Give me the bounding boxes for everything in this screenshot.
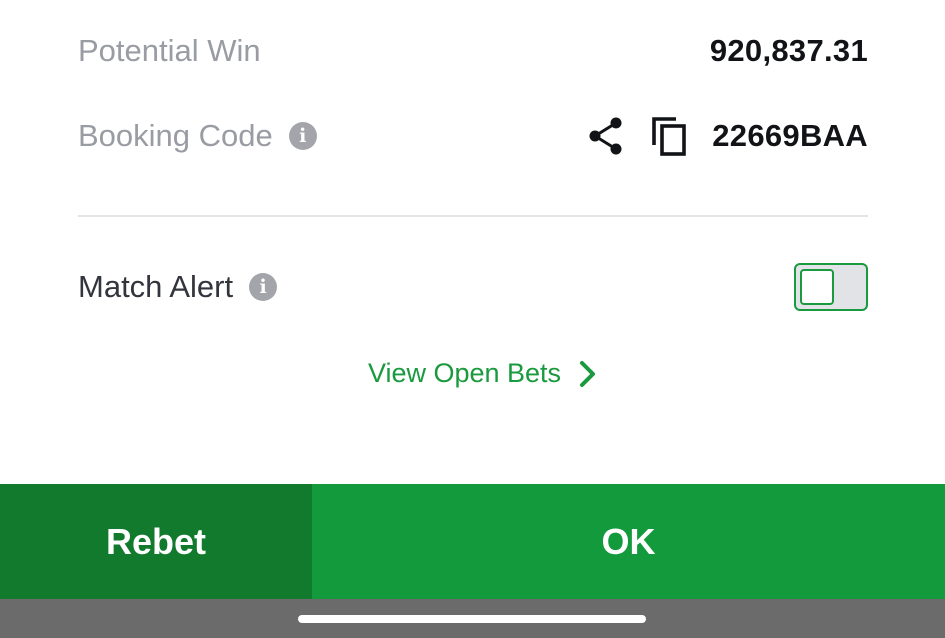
booking-code-label: Booking Code (78, 118, 273, 153)
section-divider (78, 215, 868, 217)
copy-icon[interactable] (650, 115, 688, 157)
rebet-button-label: Rebet (105, 520, 207, 562)
booking-code-actions: 22669BAA (588, 115, 868, 157)
view-open-bets-link-row: View Open Bets (0, 358, 945, 389)
potential-win-value: 920,837.31 (709, 33, 868, 68)
ok-button[interactable]: OK (312, 484, 945, 599)
action-button-bar: Rebet OK (0, 484, 945, 599)
match-alert-toggle[interactable] (794, 263, 868, 311)
potential-win-label: Potential Win (78, 33, 261, 68)
view-open-bets-link[interactable]: View Open Bets (368, 358, 597, 389)
match-alert-info-icon[interactable]: i (249, 273, 278, 301)
booking-code-info-icon[interactable]: i (288, 122, 317, 150)
home-indicator[interactable] (298, 615, 646, 623)
match-alert-row: Match Alert i (78, 262, 868, 312)
bet-confirmation-panel: Potential Win 920,837.31 Booking Code i … (0, 0, 945, 638)
booking-code-value[interactable]: 22669BAA (712, 118, 868, 154)
booking-code-row: Booking Code i 22669BAA (78, 112, 868, 160)
ok-button-label: OK (601, 520, 656, 562)
toggle-knob (800, 269, 834, 305)
potential-win-row: Potential Win 920,837.31 (78, 28, 868, 74)
chevron-right-icon (580, 360, 596, 387)
booking-code-label-group: Booking Code i (78, 118, 317, 154)
match-alert-label-group: Match Alert i (78, 269, 278, 305)
view-open-bets-label: View Open Bets (367, 358, 562, 388)
match-alert-label: Match Alert (78, 269, 234, 304)
home-indicator-area (0, 599, 945, 638)
rebet-button[interactable]: Rebet (0, 484, 312, 599)
share-icon[interactable] (588, 116, 624, 156)
